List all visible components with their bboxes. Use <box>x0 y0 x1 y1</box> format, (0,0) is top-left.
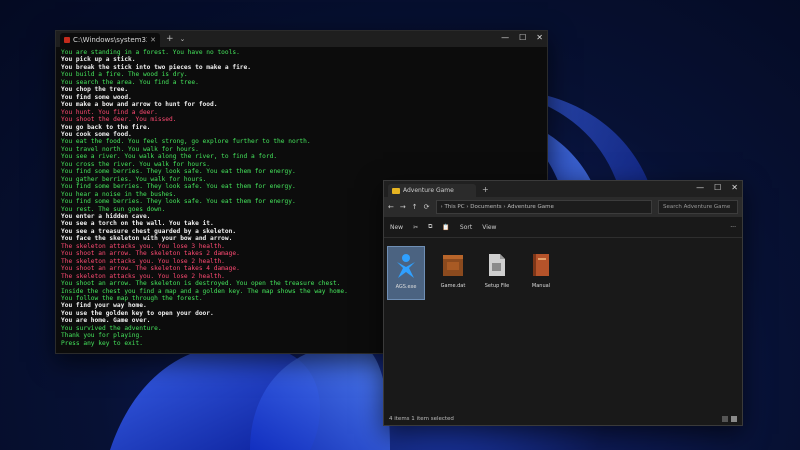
address-bar[interactable]: › This PC › Documents › Adventure Game <box>435 200 652 214</box>
terminal-line: You hunt. You find a deer. <box>61 108 158 116</box>
close-button[interactable]: ✕ <box>536 33 543 42</box>
explorer-maximize-button[interactable]: ☐ <box>714 183 721 192</box>
file-label: Setup File <box>484 283 510 289</box>
search-input[interactable]: Search Adventure Game <box>658 200 738 214</box>
sort-button[interactable]: Sort <box>460 224 472 231</box>
paste-button[interactable]: 📋 <box>442 224 449 231</box>
file-item[interactable]: Game.dat <box>435 246 471 298</box>
terminal-tab-title: C:\Windows\system32\cmd.exe <box>73 36 147 44</box>
terminal-line: You chop the tree. <box>61 86 129 94</box>
terminal-titlebar[interactable]: C:\Windows\system32\cmd.exe ✕ + ⌄ — ☐ ✕ <box>56 31 547 47</box>
terminal-line: You see a river. You walk along the rive… <box>61 153 278 161</box>
explorer-titlebar[interactable]: Adventure Game + — ☐ ✕ <box>384 181 742 197</box>
file-explorer-window[interactable]: Adventure Game + — ☐ ✕ ← → ↑ ⟳ › This PC… <box>383 180 743 426</box>
terminal-line: You find some berries. They look safe. Y… <box>61 168 296 176</box>
new-button[interactable]: New <box>390 224 403 231</box>
terminal-line: You travel north. You walk for hours. <box>61 145 199 153</box>
explorer-navbar: ← → ↑ ⟳ › This PC › Documents › Adventur… <box>384 197 742 217</box>
terminal-tab[interactable]: C:\Windows\system32\cmd.exe ✕ <box>60 33 160 47</box>
status-text: 4 items 1 item selected <box>389 416 454 422</box>
status-bar: 4 items 1 item selected <box>384 413 742 425</box>
terminal-line: You find some wood. <box>61 93 132 101</box>
terminal-line: You pick up a stick. <box>61 56 136 64</box>
copy-button[interactable]: ⧉ <box>428 223 432 231</box>
explorer-tab[interactable]: Adventure Game <box>388 184 476 197</box>
file-item[interactable]: Manual <box>523 246 559 298</box>
terminal-line: You cross the river. You walk for hours. <box>61 160 211 168</box>
box-icon <box>440 249 466 281</box>
forward-arrow-icon[interactable]: → <box>400 203 406 211</box>
file-label: Manual <box>531 283 551 289</box>
details-view-icon[interactable] <box>722 416 728 422</box>
tiles-view-icon[interactable] <box>731 416 737 422</box>
explorer-command-bar: New ✂ ⧉ 📋 Sort View ··· <box>384 217 742 238</box>
file-label: Game.dat <box>440 283 466 289</box>
book-icon <box>528 249 554 281</box>
up-arrow-icon[interactable]: ↑ <box>412 203 418 211</box>
folder-icon <box>392 187 400 194</box>
terminal-line: You shoot the deer. You missed. <box>61 116 177 124</box>
doc-icon <box>484 249 510 281</box>
terminal-line: You eat the food. You feel strong, go ex… <box>61 138 311 146</box>
new-tab-button[interactable]: + <box>166 34 174 44</box>
cmd-icon <box>64 37 70 43</box>
terminal-line: You break the stick into two pieces to m… <box>61 63 251 71</box>
tab-close-icon[interactable]: ✕ <box>150 36 156 44</box>
file-list[interactable]: AGS.exe Game.dat Setup File Manual <box>384 238 742 404</box>
minimize-button[interactable]: — <box>501 33 509 42</box>
terminal-line: You build a fire. The wood is dry. <box>61 71 188 79</box>
maximize-button[interactable]: ☐ <box>519 33 526 42</box>
more-options-button[interactable]: ··· <box>730 224 736 231</box>
refresh-icon[interactable]: ⟳ <box>424 203 430 211</box>
explorer-new-tab-button[interactable]: + <box>482 185 489 194</box>
tab-dropdown-button[interactable]: ⌄ <box>180 35 186 43</box>
explorer-tab-title: Adventure Game <box>403 187 454 194</box>
terminal-line: You make a bow and arrow to hunt for foo… <box>61 101 218 109</box>
terminal-line: You search the area. You find a tree. <box>61 78 199 86</box>
explorer-close-button[interactable]: ✕ <box>731 183 738 192</box>
person-icon <box>393 250 419 282</box>
cut-button[interactable]: ✂ <box>413 224 418 231</box>
file-item[interactable]: Setup File <box>479 246 515 298</box>
terminal-line: You cook some food. <box>61 130 132 138</box>
file-item[interactable]: AGS.exe <box>387 246 425 300</box>
back-arrow-icon[interactable]: ← <box>388 203 394 211</box>
view-button[interactable]: View <box>482 224 496 231</box>
explorer-minimize-button[interactable]: — <box>696 183 704 192</box>
terminal-line: You go back to the fire. <box>61 123 151 131</box>
file-label: AGS.exe <box>395 284 417 290</box>
